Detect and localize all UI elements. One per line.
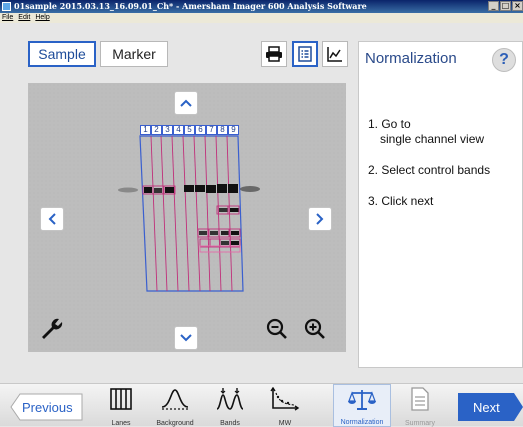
instruction-step-text: 1. Go to [368, 117, 411, 131]
tab-marker[interactable]: Marker [100, 41, 168, 67]
minimize-button[interactable]: _ [488, 1, 499, 11]
workflow-step-lanes[interactable]: Lanes [96, 384, 146, 427]
maximize-button[interactable]: □ [500, 1, 511, 11]
workflow-step-summary[interactable]: Summary [395, 384, 445, 427]
app-icon [2, 2, 11, 11]
instruction-step-subtext: single channel view [380, 132, 485, 146]
chart-view-button[interactable] [322, 41, 348, 67]
scale-icon [348, 390, 376, 410]
zoom-in-icon [304, 318, 325, 339]
window-title: 01sample 2015.03.13_16.09.01_Ch* - Amers… [14, 1, 367, 11]
lane-number-row: 1 2 3 4 5 6 7 8 9 [140, 125, 239, 135]
instructions-panel: Normalization ? 1. Go to single channel … [358, 41, 523, 368]
instruction-step: 2. Select control bands [368, 163, 523, 178]
lane-number: 7 [206, 125, 217, 135]
help-button[interactable]: ? [492, 48, 516, 72]
lane-number: 1 [140, 125, 151, 135]
menu-edit[interactable]: Edit [18, 13, 30, 23]
pan-up-button[interactable] [174, 91, 198, 115]
zoom-out-icon [266, 318, 287, 339]
zoom-out-button[interactable] [265, 317, 289, 341]
settings-tool-button[interactable] [38, 315, 66, 343]
pan-left-button[interactable] [40, 207, 64, 231]
workflow-step-background[interactable]: Background [150, 384, 200, 427]
chevron-left-icon [48, 213, 56, 225]
window-title-bar: 01sample 2015.03.13_16.09.01_Ch* - Amers… [0, 0, 523, 13]
pan-right-button[interactable] [308, 207, 332, 231]
instruction-step: 1. Go to single channel view [368, 117, 523, 147]
background-icon [161, 389, 189, 410]
workflow-step-normalization[interactable]: Normalization [333, 384, 391, 427]
lane-number: 3 [162, 125, 173, 135]
previous-button[interactable]: Previous [10, 393, 84, 421]
print-button[interactable] [261, 41, 287, 67]
lane-number: 6 [195, 125, 206, 135]
lane-number: 9 [228, 125, 239, 135]
menu-file[interactable]: File [2, 13, 13, 23]
document-icon [411, 387, 429, 411]
menu-bar: File Edit Help [0, 13, 523, 23]
workflow-step-label: Normalization [340, 419, 384, 426]
instruction-step: 3. Click next [368, 194, 523, 209]
lane-number: 8 [217, 125, 228, 135]
close-button[interactable]: × [512, 1, 523, 11]
chevron-down-icon [180, 334, 192, 342]
tab-sample[interactable]: Sample [28, 41, 96, 67]
lane-number: 5 [184, 125, 195, 135]
next-button[interactable]: Next [458, 393, 523, 421]
chevron-right-icon [316, 213, 324, 225]
wrench-icon [42, 318, 63, 339]
blot-image-area[interactable]: 1 2 3 4 5 6 7 8 9 [28, 83, 346, 352]
workflow-bar: Previous Lanes Background Bands MW Norma… [0, 383, 523, 427]
lane-number: 4 [173, 125, 184, 135]
workflow-step-mw[interactable]: MW [260, 384, 310, 427]
panel-title: Normalization [365, 50, 457, 67]
menu-help[interactable]: Help [35, 13, 49, 23]
instruction-steps: 1. Go to single channel view 2. Select c… [368, 117, 523, 225]
list-icon [298, 46, 312, 62]
instruction-step-text: 3. Click next [368, 194, 434, 208]
bands-icon [216, 388, 244, 410]
list-view-button[interactable] [292, 41, 318, 67]
lane-number: 2 [151, 125, 162, 135]
previous-button-label: Previous [22, 400, 73, 415]
pan-down-button[interactable] [174, 326, 198, 350]
zoom-in-button[interactable] [303, 317, 327, 341]
mw-icon [270, 387, 300, 411]
lanes-icon [110, 388, 132, 410]
printer-icon [266, 46, 282, 62]
workflow-step-bands[interactable]: Bands [205, 384, 255, 427]
chevron-up-icon [180, 99, 192, 107]
blot-image [118, 135, 260, 292]
next-button-label: Next [473, 400, 500, 415]
chart-icon [327, 47, 342, 62]
instruction-step-text: 2. Select control bands [368, 163, 491, 177]
